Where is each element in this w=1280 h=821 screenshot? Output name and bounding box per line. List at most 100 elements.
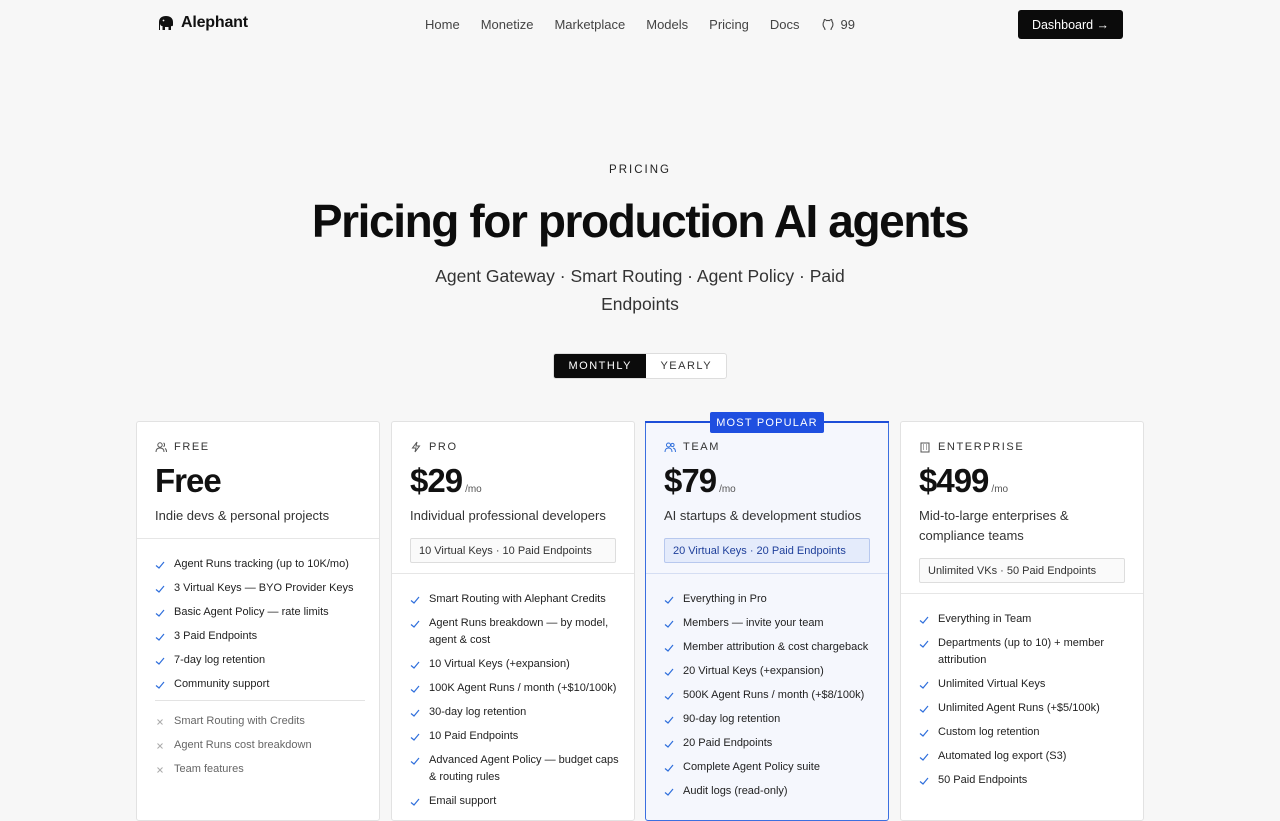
check-icon	[410, 733, 420, 741]
feature-list: Agent Runs tracking (up to 10K/mo) 3 Vir…	[155, 556, 365, 785]
feature-item: 20 Paid Endpoints	[664, 735, 874, 752]
feature-item: 90-day log retention	[664, 711, 874, 728]
nav-link-docs[interactable]: Docs	[770, 17, 800, 32]
feature-item: Advanced Agent Policy — budget caps & ro…	[410, 752, 620, 786]
top-nav: Alephant Home Monetize Marketplace Model…	[0, 0, 1280, 48]
feature-item: Custom log retention	[919, 724, 1129, 741]
feature-item: Audit logs (read-only)	[664, 783, 874, 800]
billing-yearly-tab[interactable]: YEARLY	[646, 354, 726, 378]
feature-text: Automated log export (S3)	[938, 750, 1067, 762]
feature-item: Complete Agent Policy suite	[664, 759, 874, 776]
elephant-icon	[159, 16, 173, 30]
billing-monthly-tab[interactable]: MONTHLY	[554, 354, 647, 378]
check-icon	[155, 609, 165, 617]
feature-item: Automated log export (S3)	[919, 748, 1129, 765]
feature-list: Everything in Team Departments (up to 10…	[919, 611, 1129, 796]
check-icon	[664, 692, 674, 700]
feature-text: Advanced Agent Policy — budget caps & ro…	[429, 754, 619, 783]
dashboard-button[interactable]: Dashboard →	[1018, 10, 1123, 39]
plan-card-free: FREE Free Indie devs & personal projects…	[136, 421, 380, 821]
check-icon	[410, 596, 420, 604]
plan-tier-enterprise: ENTERPRISE	[919, 441, 1125, 453]
plan-keys-summary: 10 Virtual Keys · 10 Paid Endpoints	[410, 538, 616, 563]
check-icon	[919, 705, 929, 713]
feature-item: Community support	[155, 676, 365, 693]
check-icon	[919, 753, 929, 761]
check-icon	[664, 788, 674, 796]
check-icon	[410, 661, 420, 669]
plan-tier-team: TEAM	[664, 441, 870, 453]
feature-item: Members — invite your team	[664, 615, 874, 632]
feature-item: Member attribution & cost chargeback	[664, 639, 874, 656]
check-icon	[155, 585, 165, 593]
feature-item: Email support	[410, 793, 620, 810]
plan-tier-label: TEAM	[683, 441, 720, 453]
pricing-eyebrow: PRICING	[609, 164, 671, 176]
feature-item: 100K Agent Runs / month (+$10/100k)	[410, 680, 620, 697]
check-icon	[155, 561, 165, 569]
feature-text: 20 Virtual Keys (+expansion)	[683, 665, 824, 677]
check-icon	[664, 716, 674, 724]
feature-item: 30-day log retention	[410, 704, 620, 721]
feature-text: Community support	[174, 678, 270, 690]
nav-link-pricing[interactable]: Pricing	[709, 17, 749, 32]
plan-tier-label: FREE	[174, 441, 210, 453]
feature-text: Audit logs (read-only)	[683, 785, 788, 797]
check-icon	[155, 681, 165, 689]
feature-text: Agent Runs breakdown — by model, agent &…	[429, 617, 609, 646]
page-title: Pricing for production AI agents	[311, 195, 970, 247]
feature-item: Departments (up to 10) + member attribut…	[919, 635, 1129, 669]
feature-item: 500K Agent Runs / month (+$8/100k)	[664, 687, 874, 704]
feature-item: Agent Runs tracking (up to 10K/mo)	[155, 556, 365, 573]
plan-description: Indie devs & personal projects	[155, 508, 330, 523]
nav-link-monetize[interactable]: Monetize	[481, 17, 534, 32]
plan-price: Free	[155, 462, 222, 499]
feature-text: 10 Virtual Keys (+expansion)	[429, 658, 570, 670]
feature-text: Custom log retention	[938, 726, 1040, 738]
check-icon	[155, 633, 165, 641]
feature-text: 20 Paid Endpoints	[683, 737, 773, 749]
plan-keys-summary: 20 Virtual Keys · 20 Paid Endpoints	[664, 538, 870, 563]
nav-link-marketplace[interactable]: Marketplace	[554, 17, 625, 32]
plan-tier-label: PRO	[429, 441, 458, 453]
card-divider	[392, 573, 634, 574]
price-period: /mo	[465, 484, 482, 495]
feature-text: Members — invite your team	[683, 617, 824, 629]
plan-description: AI startups & development studios	[664, 508, 862, 523]
check-icon	[919, 640, 929, 648]
nav-link-home[interactable]: Home	[425, 17, 460, 32]
feature-item: Everything in Team	[919, 611, 1129, 628]
feature-text: 10 Paid Endpoints	[429, 730, 519, 742]
feature-text: Smart Routing with Credits	[174, 715, 305, 727]
check-icon	[664, 764, 674, 772]
brand-name: Alephant	[181, 14, 248, 31]
feature-item: Unlimited Virtual Keys	[919, 676, 1129, 693]
check-icon	[410, 685, 420, 693]
feature-text: 100K Agent Runs / month (+$10/100k)	[429, 682, 617, 694]
excluded-feature-item: Smart Routing with Credits	[155, 713, 365, 730]
feature-text: 7-day log retention	[174, 654, 266, 666]
feature-text: 500K Agent Runs / month (+$8/100k)	[683, 689, 865, 701]
check-icon	[664, 644, 674, 652]
nav-link-models[interactable]: Models	[646, 17, 688, 32]
page-subtitle: Agent Gateway · Smart Routing · Agent Po…	[435, 266, 845, 314]
feature-text: Unlimited Virtual Keys	[938, 678, 1046, 690]
github-stars-link[interactable]: 99	[821, 17, 855, 32]
feature-item: Unlimited Agent Runs (+$5/100k)	[919, 700, 1129, 717]
card-divider	[137, 538, 379, 539]
check-icon	[410, 757, 420, 765]
plan-price: $79	[664, 462, 717, 499]
plan-card-pro: PRO $29/mo Individual professional devel…	[391, 421, 635, 821]
building-icon	[920, 442, 930, 453]
plan-price: $29	[410, 462, 463, 499]
feature-text: 30-day log retention	[429, 706, 527, 718]
feature-text: Unlimited Agent Runs (+$5/100k)	[938, 702, 1100, 714]
feature-text: 3 Paid Endpoints	[174, 630, 258, 642]
feature-item: Basic Agent Policy — rate limits	[155, 604, 365, 621]
most-popular-badge: MOST POPULAR	[710, 412, 824, 433]
check-icon	[410, 798, 420, 806]
feature-item: 7-day log retention	[155, 652, 365, 669]
brand-logo[interactable]: Alephant	[156, 14, 248, 32]
check-icon	[664, 668, 674, 676]
plan-description: Individual professional developers	[410, 508, 606, 523]
